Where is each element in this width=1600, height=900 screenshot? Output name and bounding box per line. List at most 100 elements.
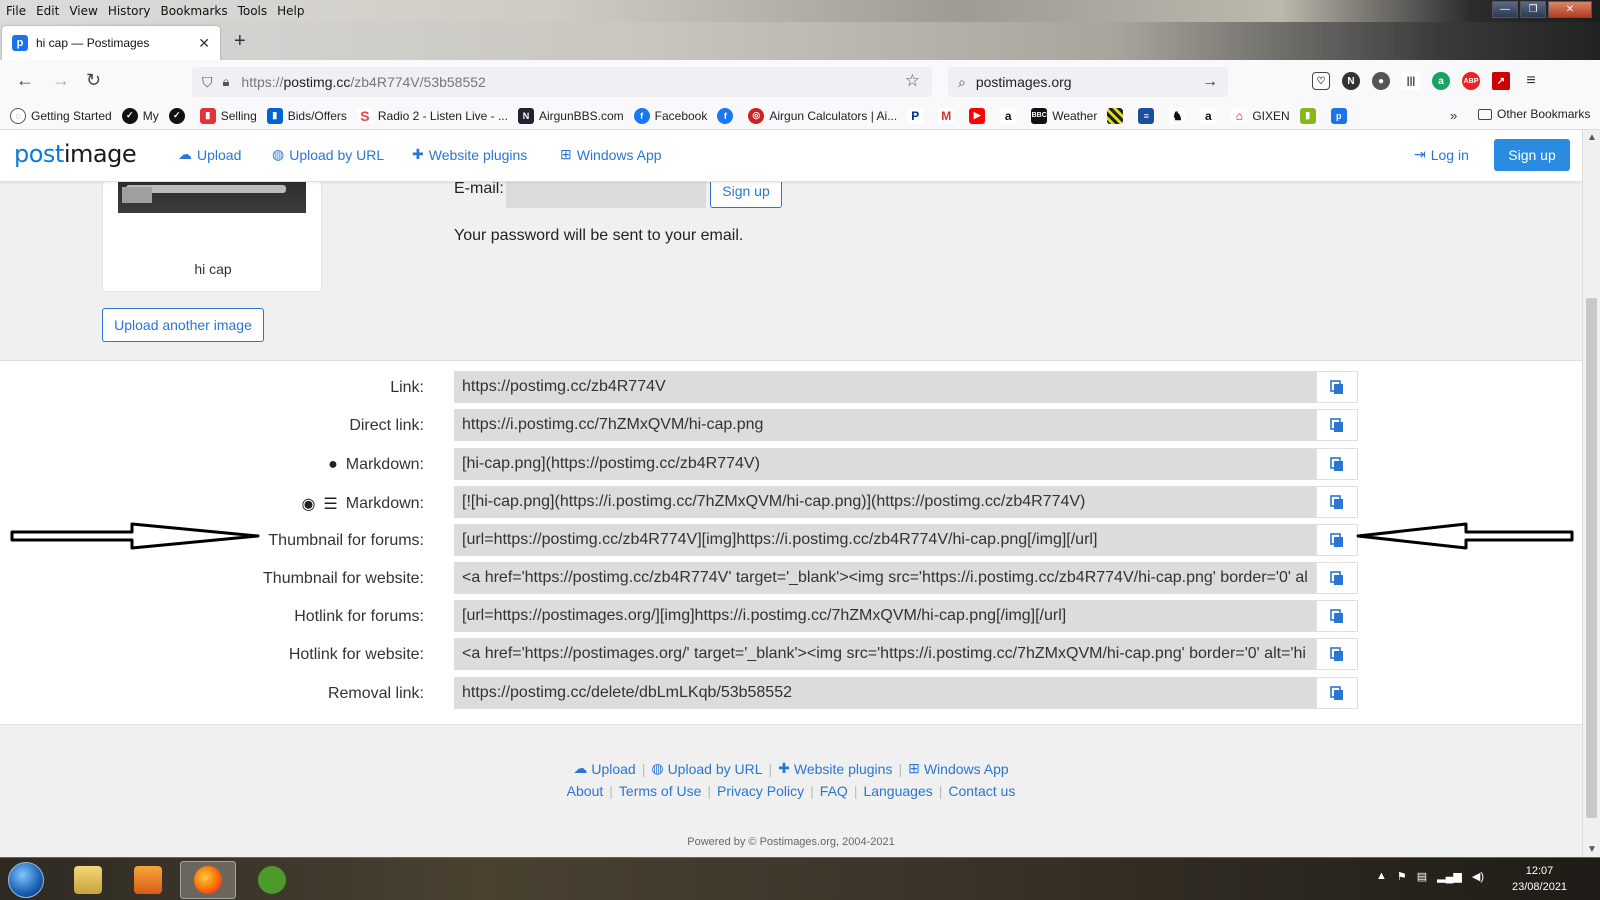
minimize-button[interactable]: — [1492,1,1518,18]
footer-privacy[interactable]: Privacy Policy [717,783,804,799]
bookmark-radio-2[interactable]: S Radio 2 - Listen Live - ... [356,107,508,124]
bookmark-gixen[interactable]: ⌂ GIXEN [1231,107,1290,124]
n-extension-icon[interactable]: N [1342,72,1360,90]
footer-about[interactable]: About [567,783,604,799]
bookmark-amazon[interactable]: a [1000,107,1021,124]
pdf-extension-icon[interactable]: ↗ [1492,72,1510,90]
go-arrow-icon[interactable]: → [1202,73,1218,91]
close-tab-icon[interactable]: ✕ [198,35,210,52]
footer-website-plugins[interactable]: Website plugins [794,761,893,777]
code-value[interactable]: [url=https://postimages.org/][img]https:… [454,600,1316,632]
url-text[interactable]: https://postimg.cc/zb4R774V/53b58552 [241,74,485,90]
postimage-logo[interactable]: postimage [14,140,137,168]
code-value[interactable]: <a href='https://postimages.org/' target… [454,638,1316,670]
start-button[interactable] [8,862,44,898]
pocket-icon[interactable]: ♡ [1312,72,1330,90]
copy-button[interactable] [1316,486,1358,518]
search-input[interactable]: postimages.org [976,74,1202,90]
upload-another-button[interactable]: Upload another image [102,308,264,342]
bookmark-icon-only[interactable]: ✓ [168,107,190,124]
menu-history[interactable]: History [108,4,151,18]
bookmark-youtube[interactable]: ▶ [969,107,990,124]
taskbar-media-player[interactable] [120,861,176,899]
footer-languages[interactable]: Languages [863,783,932,799]
nav-windows-app[interactable]: ⊞ Windows App [560,146,662,163]
footer-faq[interactable]: FAQ [820,783,848,799]
footer-windows-app[interactable]: Windows App [924,761,1009,777]
menu-edit[interactable]: Edit [36,4,59,18]
copy-button[interactable] [1316,638,1358,670]
bookmark-star-icon[interactable]: ☆ [905,71,920,91]
reload-icon[interactable]: ↻ [86,70,101,91]
network-icon[interactable]: ▤ [1417,870,1427,883]
menu-file[interactable]: File [6,4,26,18]
footer-upload[interactable]: Upload [591,761,635,777]
nav-upload-by-url[interactable]: ◍ Upload by URL [272,146,384,163]
footer-contact[interactable]: Contact us [948,783,1015,799]
code-value[interactable]: [hi-cap.png](https://postimg.cc/zb4R774V… [454,448,1316,480]
code-value[interactable]: https://postimg.cc/zb4R774V [454,371,1316,403]
bookmark-striped[interactable] [1107,107,1128,124]
hamburger-menu-icon[interactable]: ≡ [1522,72,1540,90]
signal-icon[interactable]: ▂▄▆ [1437,870,1462,883]
search-bar[interactable]: ⌕ postimages.org → [948,67,1228,97]
bookmark-horse[interactable]: ♞ [1169,107,1190,124]
copy-button[interactable] [1316,524,1358,556]
new-tab-icon[interactable]: + [234,30,246,53]
signup-button[interactable]: Sign up [1494,139,1570,171]
volume-icon[interactable]: ◀) [1472,870,1484,883]
bookmark-airgunbbs[interactable]: N AirgunBBS.com [517,107,624,124]
copy-button[interactable] [1316,371,1358,403]
menu-bookmarks[interactable]: Bookmarks [161,4,228,18]
chevron-double-right-icon[interactable]: » [1450,108,1457,123]
menu-view[interactable]: View [69,4,97,18]
lock-icon[interactable]: 🔒︎ [223,74,230,90]
bookmark-gmail[interactable]: M [938,107,959,124]
menu-tools[interactable]: Tools [238,4,268,18]
url-bar[interactable]: ⛉ 🔒︎ https://postimg.cc/zb4R774V/53b5855… [192,67,932,97]
code-value[interactable]: [![hi-cap.png](https://i.postimg.cc/7hZM… [454,486,1316,518]
scrollbar-thumb[interactable] [1586,298,1597,818]
shield-icon[interactable]: ⛉ [202,74,213,91]
code-value[interactable]: [url=https://postimg.cc/zb4R774V][img]ht… [454,524,1316,556]
bookmark-my[interactable]: ✓ My [121,107,159,124]
nav-website-plugins[interactable]: ✚ Website plugins [412,146,527,163]
taskbar-explorer[interactable] [60,861,116,899]
code-value[interactable]: <a href='https://postimg.cc/zb4R774V' ta… [454,562,1316,594]
taskbar-firefox[interactable] [180,861,236,899]
close-window-button[interactable]: ✕ [1548,1,1592,18]
copy-button[interactable] [1316,409,1358,441]
code-value[interactable]: https://postimg.cc/delete/dbLmLKqb/53b58… [454,677,1316,709]
bookmark-weather[interactable]: BBC Weather [1031,107,1097,124]
other-bookmarks[interactable]: Other Bookmarks [1478,107,1590,121]
bookmark-facebook[interactable]: f Facebook [633,107,707,124]
footer-upload-by-url[interactable]: Upload by URL [668,761,763,777]
login-link[interactable]: ⇥ Log in [1414,146,1469,163]
restore-button[interactable]: ❐ [1520,1,1546,18]
show-hidden-icons-icon[interactable]: ▲ [1376,870,1387,883]
bookmark-airgun-calculators[interactable]: ◎ Airgun Calculators | Ai... [748,107,897,124]
bookmark-postimages[interactable]: p [1330,107,1352,124]
scroll-down-icon[interactable]: ▼ [1587,844,1597,855]
forward-arrow-icon[interactable]: → [52,70,70,91]
bookmark-selling[interactable]: ▮ Selling [199,107,257,124]
bookmark-bids-offers[interactable]: ▮ Bids/Offers [266,107,347,124]
nav-upload[interactable]: ☁ Upload [178,146,241,163]
adblock-plus-icon[interactable]: ABP [1462,72,1480,90]
scroll-up-icon[interactable]: ▲ [1587,132,1597,143]
taskbar-clock[interactable]: 12:07 23/08/2021 [1512,863,1567,895]
back-arrow-icon[interactable]: ← [16,70,34,91]
taskbar-utorrent[interactable] [244,861,300,899]
copy-button[interactable] [1316,677,1358,709]
library-icon[interactable]: ||| [1402,72,1420,90]
page-scrollbar[interactable]: ▲ ▼ [1582,130,1600,857]
copy-button[interactable] [1316,562,1358,594]
a-extension-icon[interactable]: a [1432,72,1450,90]
extension-icon[interactable]: ● [1372,72,1390,90]
bookmark-facebook-2[interactable]: f [717,107,738,124]
bookmark-getting-started[interactable]: ◌ Getting Started [10,107,112,124]
menu-help[interactable]: Help [277,4,304,18]
bookmark-amazon-2[interactable]: a [1200,107,1221,124]
bookmark-ebay-3[interactable]: ▮ [1299,107,1321,124]
bookmark-blue-site[interactable]: ≡ [1138,107,1159,124]
